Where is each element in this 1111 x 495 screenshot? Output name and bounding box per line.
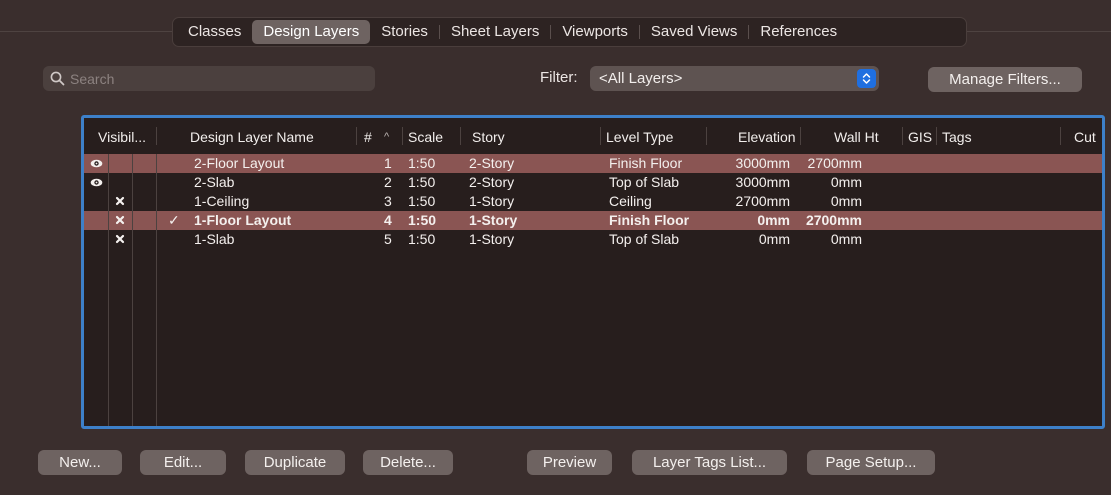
cell-story: 1-Story [469, 193, 515, 209]
column-separator [936, 127, 937, 145]
cell-story: 1-Story [469, 231, 515, 247]
checkmark-icon: ✓ [168, 212, 180, 228]
cell-level-type: Ceiling [609, 193, 652, 209]
column-header-number[interactable]: # [364, 129, 372, 145]
table-row[interactable]: 2-Floor Layout 1 1:50 2-Story Finish Floor 30… [84, 154, 1102, 173]
cell-level-type: Finish Floor [609, 155, 683, 171]
column-divider [132, 154, 133, 426]
manage-filters-button[interactable]: Manage Filters... [928, 67, 1082, 92]
column-separator [800, 127, 801, 145]
new-button[interactable]: New... [38, 450, 122, 475]
filter-value: <All Layers> [599, 70, 683, 87]
cell-number: 5 [384, 231, 392, 247]
tab-saved-views[interactable]: Saved Views [640, 20, 748, 44]
cell-elevation: 2700mm [735, 193, 790, 209]
column-separator [460, 127, 461, 145]
column-header-gis[interactable]: GIS [908, 129, 932, 145]
table-row[interactable]: 2-Slab 2 1:50 2-Story Top of Slab 3000mm 0mm [84, 173, 1102, 192]
column-header-name[interactable]: Design Layer Name [190, 129, 314, 145]
column-separator [600, 127, 601, 145]
tab-stories[interactable]: Stories [370, 20, 439, 44]
cell-story: 2-Story [469, 174, 515, 190]
cell-level-type: Top of Slab [609, 174, 680, 190]
column-header-level-type[interactable]: Level Type [606, 129, 673, 145]
table-row[interactable]: 1-Ceiling 3 1:50 1-Story Ceiling 2700mm 0mm [84, 192, 1102, 211]
cell-wall-ht: 2700mm [805, 212, 862, 228]
layer-tags-list-button[interactable]: Layer Tags List... [632, 450, 787, 475]
cell-story: 2-Story [469, 155, 515, 171]
cell-elevation: 0mm [758, 231, 790, 247]
search-field[interactable] [43, 66, 375, 91]
hidden-x-icon[interactable] [112, 194, 128, 208]
filter-label: Filter: [540, 69, 578, 86]
divider-right [967, 31, 1111, 32]
column-separator [156, 127, 157, 145]
cell-elevation: 3000mm [735, 155, 790, 171]
search-input[interactable] [70, 70, 350, 87]
cell-layer-name: 1-Floor Layout [194, 212, 292, 228]
tab-references[interactable]: References [749, 20, 848, 44]
preview-button[interactable]: Preview [527, 450, 612, 475]
cell-wall-ht: 0mm [830, 231, 862, 247]
column-divider [108, 154, 109, 426]
eye-icon[interactable] [88, 175, 104, 189]
cell-wall-ht: 0mm [830, 174, 862, 190]
cell-wall-ht: 0mm [830, 193, 862, 209]
tab-design-layers[interactable]: Design Layers [252, 20, 371, 44]
cell-elevation: 3000mm [735, 174, 790, 190]
cell-scale: 1:50 [408, 193, 436, 209]
tab-sheet-layers[interactable]: Sheet Layers [440, 20, 550, 44]
edit-button[interactable]: Edit... [140, 450, 226, 475]
column-header-tags[interactable]: Tags [942, 129, 972, 145]
cell-story: 1-Story [469, 212, 518, 228]
column-separator [402, 127, 403, 145]
hidden-x-icon[interactable] [112, 232, 128, 246]
design-layers-table[interactable]: Visibil... Design Layer Name # ^ Scale S… [81, 115, 1105, 429]
sort-ascending-icon: ^ [384, 131, 390, 143]
table-header: Visibil... Design Layer Name # ^ Scale S… [84, 118, 1102, 154]
delete-button[interactable]: Delete... [363, 450, 453, 475]
column-header-cut[interactable]: Cut [1074, 129, 1096, 145]
cell-number: 3 [384, 193, 392, 209]
cell-scale: 1:50 [408, 155, 436, 171]
column-header-elevation[interactable]: Elevation [738, 129, 796, 145]
cell-level-type: Finish Floor [609, 212, 690, 228]
column-separator [706, 127, 707, 145]
column-header-story[interactable]: Story [472, 129, 505, 145]
page-setup-button[interactable]: Page Setup... [807, 450, 935, 475]
cell-scale: 1:50 [408, 174, 436, 190]
tab-viewports[interactable]: Viewports [551, 20, 639, 44]
column-header-scale[interactable]: Scale [408, 129, 443, 145]
cell-wall-ht: 2700mm [807, 155, 862, 171]
divider-left [0, 31, 172, 32]
cell-layer-name: 2-Floor Layout [194, 155, 285, 171]
cell-scale: 1:50 [408, 231, 436, 247]
column-separator [1060, 127, 1061, 145]
duplicate-button[interactable]: Duplicate [245, 450, 345, 475]
cell-layer-name: 2-Slab [194, 174, 235, 190]
column-separator [356, 127, 357, 145]
cell-elevation: 0mm [757, 212, 790, 228]
cell-number: 4 [384, 212, 392, 228]
cell-number: 1 [384, 155, 392, 171]
tab-bar: Classes Design Layers Stories Sheet Laye… [172, 17, 967, 47]
column-divider [156, 154, 157, 426]
filter-select[interactable]: <All Layers> [590, 66, 879, 91]
tab-classes[interactable]: Classes [177, 20, 252, 44]
cell-scale: 1:50 [408, 212, 437, 228]
table-row[interactable]: 1-Slab 5 1:50 1-Story Top of Slab 0mm 0mm [84, 230, 1102, 249]
column-header-visibility[interactable]: Visibil... [98, 129, 146, 145]
search-icon [50, 71, 65, 86]
cell-number: 2 [384, 174, 392, 190]
column-separator [902, 127, 903, 145]
cell-level-type: Top of Slab [609, 231, 680, 247]
eye-icon[interactable] [88, 156, 104, 170]
cell-layer-name: 1-Ceiling [194, 193, 250, 209]
cell-layer-name: 1-Slab [194, 231, 235, 247]
hidden-x-icon[interactable] [112, 213, 128, 227]
chevron-up-down-icon [857, 69, 876, 88]
column-header-wall-ht[interactable]: Wall Ht [834, 129, 879, 145]
table-row[interactable]: ✓ 1-Floor Layout 4 1:50 1-Story Finish Floor 0… [84, 211, 1102, 230]
